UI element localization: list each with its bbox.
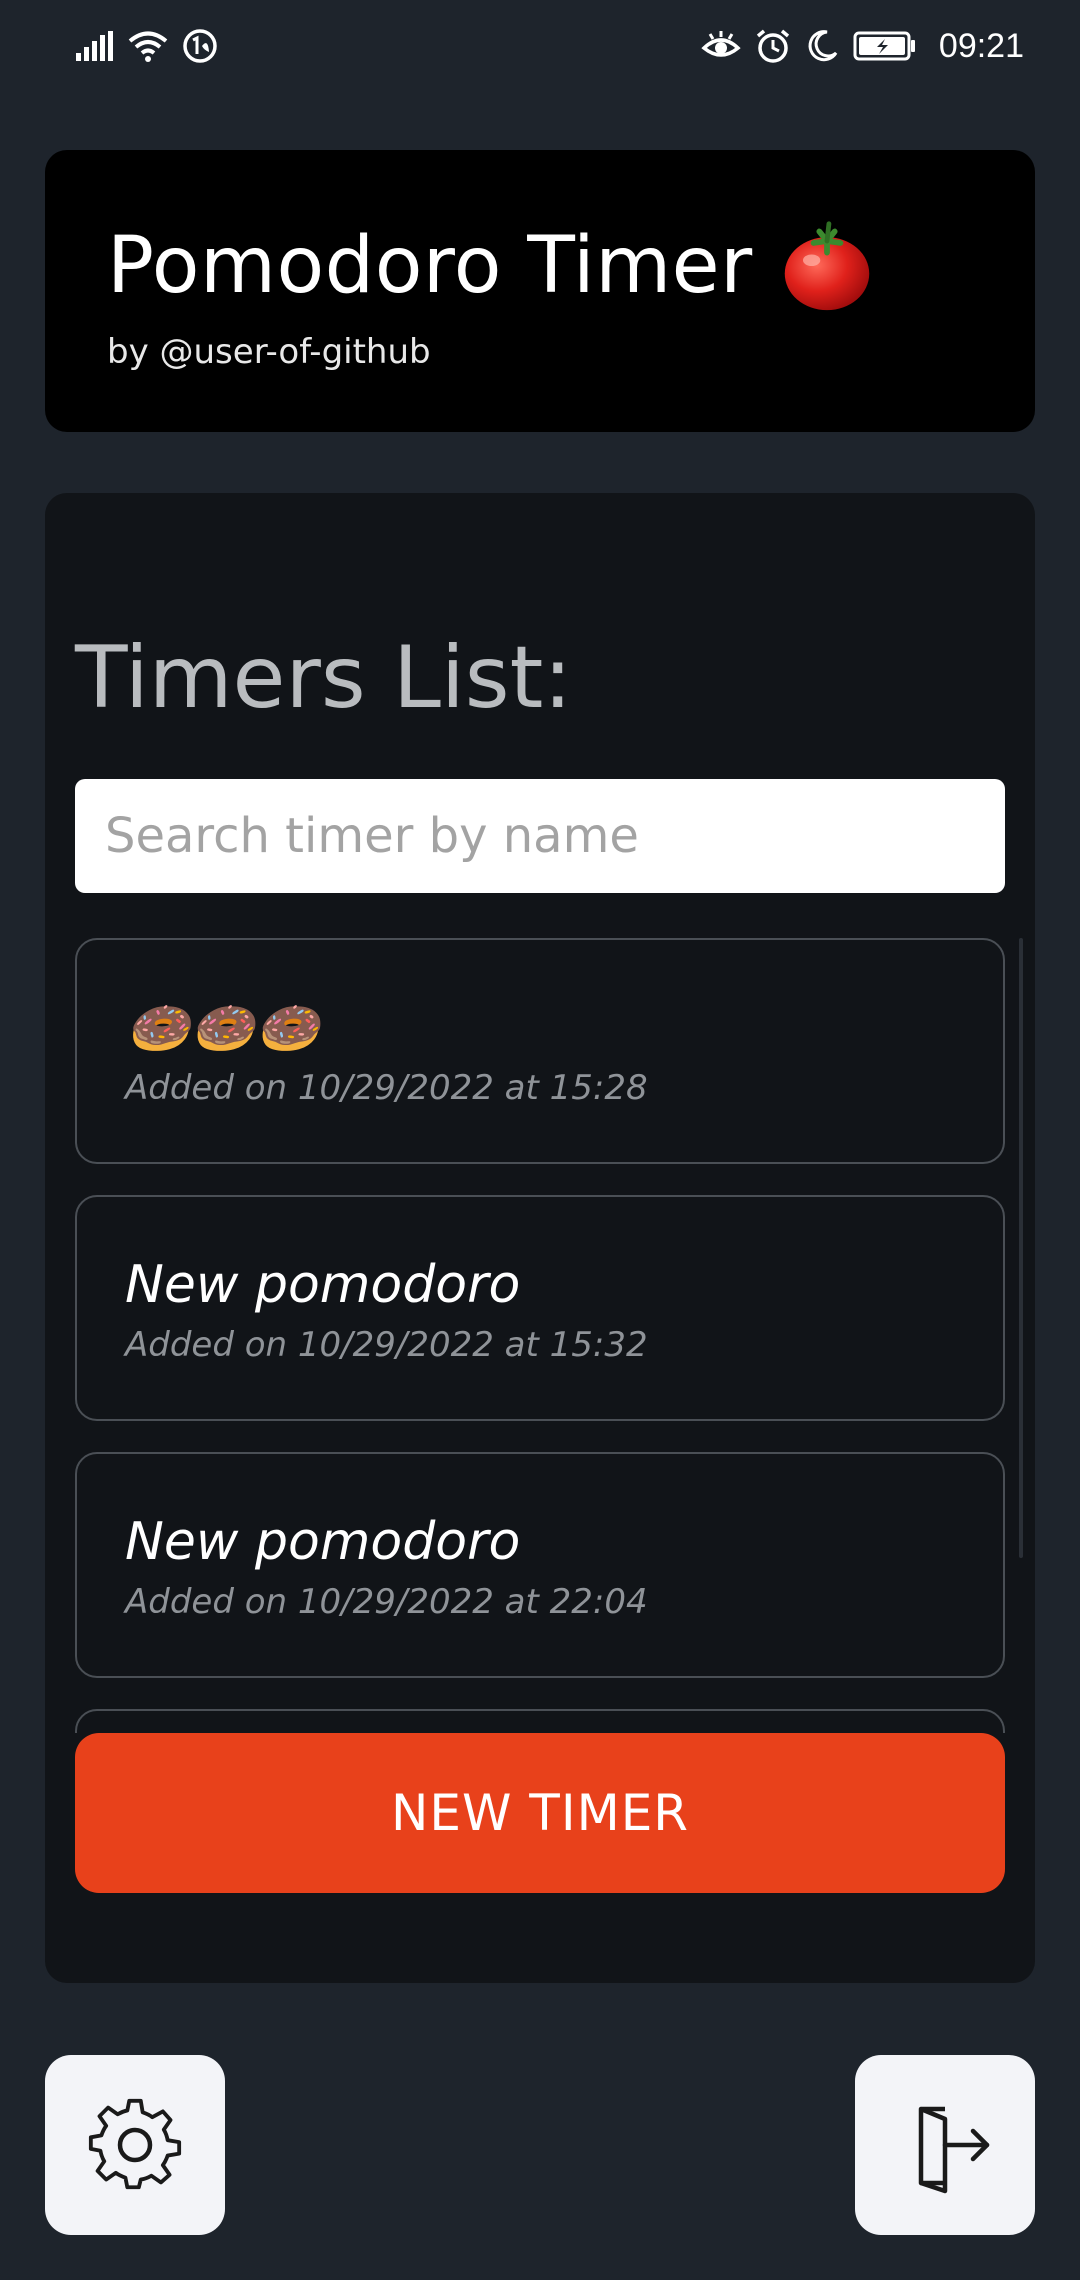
timer-date: Added on 10/29/2022 at 15:32 [125, 1325, 648, 1365]
timer-name: New pomodoro [125, 1512, 521, 1572]
timer-item[interactable]: New pomodoro Added on 10/29/2022 at 15:3… [75, 1195, 1005, 1421]
settings-button[interactable] [45, 2055, 225, 2235]
new-timer-button[interactable]: NEW TIMER [75, 1733, 1005, 1893]
moon-icon [808, 30, 838, 62]
scrollbar[interactable] [1019, 938, 1023, 1558]
timer-date: Added on 10/29/2022 at 15:28 [125, 1068, 648, 1108]
data-saver-icon [183, 29, 217, 63]
timer-item[interactable]: New pomodoro Added on 10/29/2022 at 22:0… [75, 1452, 1005, 1678]
timer-item[interactable] [75, 1709, 1005, 1733]
status-time: 09:21 [938, 26, 1024, 65]
battery-charging-icon [853, 31, 915, 61]
signal-icon [76, 31, 113, 61]
timer-item[interactable]: 🍩🍩🍩 Added on 10/29/2022 at 15:28 [75, 938, 1005, 1164]
status-bar: 09:21 [0, 0, 1080, 92]
app-subtitle: by @user-of-github [107, 332, 431, 372]
timers-list[interactable]: 🍩🍩🍩 Added on 10/29/2022 at 15:28 New pom… [75, 938, 1025, 1733]
tomato-icon [784, 221, 869, 311]
logout-icon [918, 2106, 990, 2194]
timer-name: 🍩🍩🍩 [125, 999, 320, 1059]
logout-button[interactable] [855, 2055, 1035, 2235]
search-input[interactable] [75, 779, 1005, 893]
header-card: Pomodoro Timer by @user-of-github [45, 150, 1035, 432]
timer-date: Added on 10/29/2022 at 22:04 [125, 1582, 648, 1622]
alarm-icon [756, 29, 790, 63]
app-title-text: Pomodoro Timer [107, 221, 753, 311]
status-left [76, 28, 218, 64]
status-right: 09:21 [701, 27, 1024, 66]
app-title: Pomodoro Timer [107, 218, 1035, 314]
timers-list-card: Timers List: 🍩🍩🍩 Added on 10/29/2022 at … [45, 493, 1035, 1983]
wifi-icon [128, 31, 168, 62]
timers-list-title: Timers List: [75, 628, 573, 728]
gear-icon [88, 2098, 182, 2190]
timer-name: New pomodoro [125, 1255, 521, 1315]
eye-comfort-icon [701, 31, 741, 57]
